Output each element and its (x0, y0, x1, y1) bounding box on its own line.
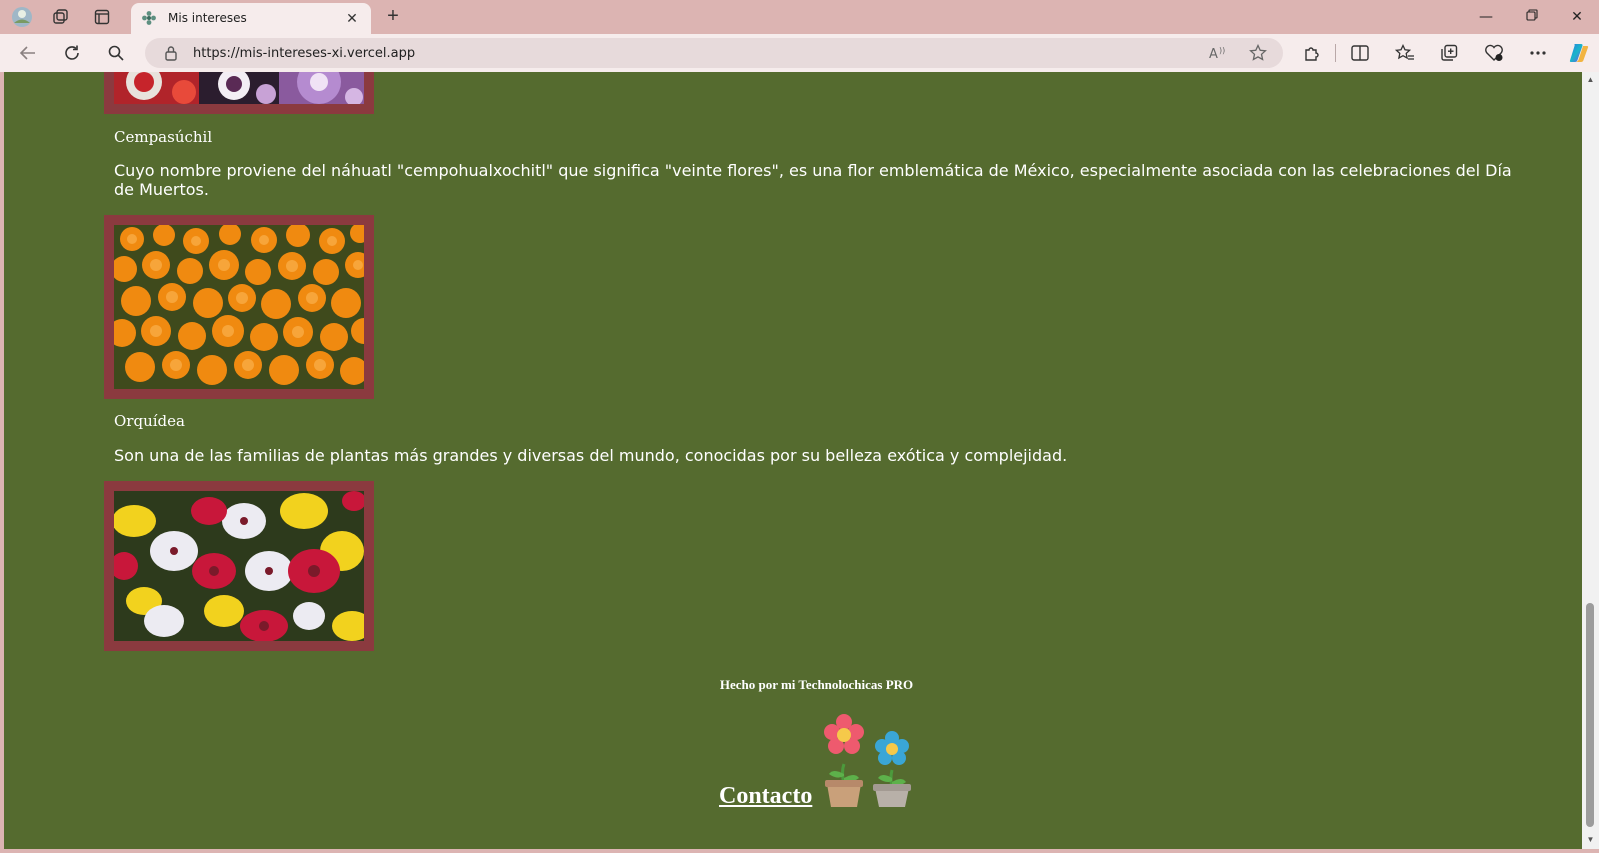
copilot-icon[interactable] (1566, 40, 1592, 66)
dahlia-image-frame (104, 72, 374, 114)
more-icon[interactable] (1525, 40, 1551, 66)
svg-text:)): )) (1219, 46, 1225, 55)
flower-name-cempasuchil: Cempasúchil (114, 128, 213, 146)
workspaces-icon[interactable] (48, 5, 74, 29)
active-tab[interactable]: Mis intereses ✕ (131, 3, 371, 34)
flower-name-orquidea: Orquídea (114, 412, 185, 430)
flower-pots-icon (817, 712, 912, 808)
flower-description-cempasuchil: Cuyo nombre proviene del náhuatl "cempoh… (114, 161, 1512, 199)
vertical-scrollbar[interactable]: ▲ ▼ (1582, 72, 1599, 849)
refresh-icon[interactable] (59, 40, 85, 66)
split-screen-icon[interactable] (1347, 40, 1373, 66)
new-tab-icon[interactable]: + (381, 5, 405, 29)
title-bar: Mis intereses ✕ + — ✕ (0, 0, 1599, 34)
contact-link[interactable]: Contacto (719, 783, 812, 810)
flower-description-orquidea: Son una de las familias de plantas más g… (114, 446, 1068, 465)
extensions-icon[interactable] (1299, 40, 1325, 66)
orquidea-image-frame (104, 481, 374, 651)
window-bottom-edge (0, 849, 1599, 853)
svg-text:A: A (1209, 47, 1218, 61)
scrollbar-thumb[interactable] (1586, 603, 1594, 827)
minimize-icon[interactable]: — (1474, 5, 1498, 29)
tab-title: Mis intereses (168, 11, 247, 25)
tab-actions-icon[interactable] (89, 5, 115, 29)
favorite-star-icon[interactable] (1248, 43, 1268, 63)
restore-icon[interactable] (1520, 5, 1544, 29)
favorites-icon[interactable] (1392, 40, 1418, 66)
address-url[interactable]: https://mis-intereses-xi.vercel.app (193, 46, 415, 61)
scroll-down-icon[interactable]: ▼ (1586, 836, 1595, 844)
scroll-up-icon[interactable]: ▲ (1586, 76, 1595, 84)
cempasuchil-photo (108, 223, 377, 389)
close-tab-icon[interactable]: ✕ (343, 9, 361, 27)
back-icon[interactable] (15, 40, 41, 66)
orquidea-photo (110, 491, 372, 642)
toolbar-separator (1335, 44, 1336, 62)
search-icon[interactable] (103, 40, 129, 66)
collections-icon[interactable] (1436, 40, 1462, 66)
dahlia-photo (114, 72, 364, 106)
close-window-icon[interactable]: ✕ (1565, 5, 1589, 29)
navigation-bar: https://mis-intereses-xi.vercel.app A)) (0, 34, 1599, 72)
read-aloud-icon[interactable]: A)) (1208, 43, 1228, 63)
address-bar[interactable]: https://mis-intereses-xi.vercel.app A)) (145, 38, 1283, 68)
browser-essentials-icon[interactable] (1481, 40, 1507, 66)
cempasuchil-image-frame (104, 215, 377, 399)
page-viewport: Cempasúchil Cuyo nombre proviene del náh… (4, 72, 1582, 849)
lock-icon[interactable] (161, 43, 181, 63)
profile-icon[interactable] (9, 5, 35, 29)
tab-favicon-icon (141, 10, 157, 31)
footer-credit: Hecho por mi Technolochicas PRO (719, 677, 914, 692)
